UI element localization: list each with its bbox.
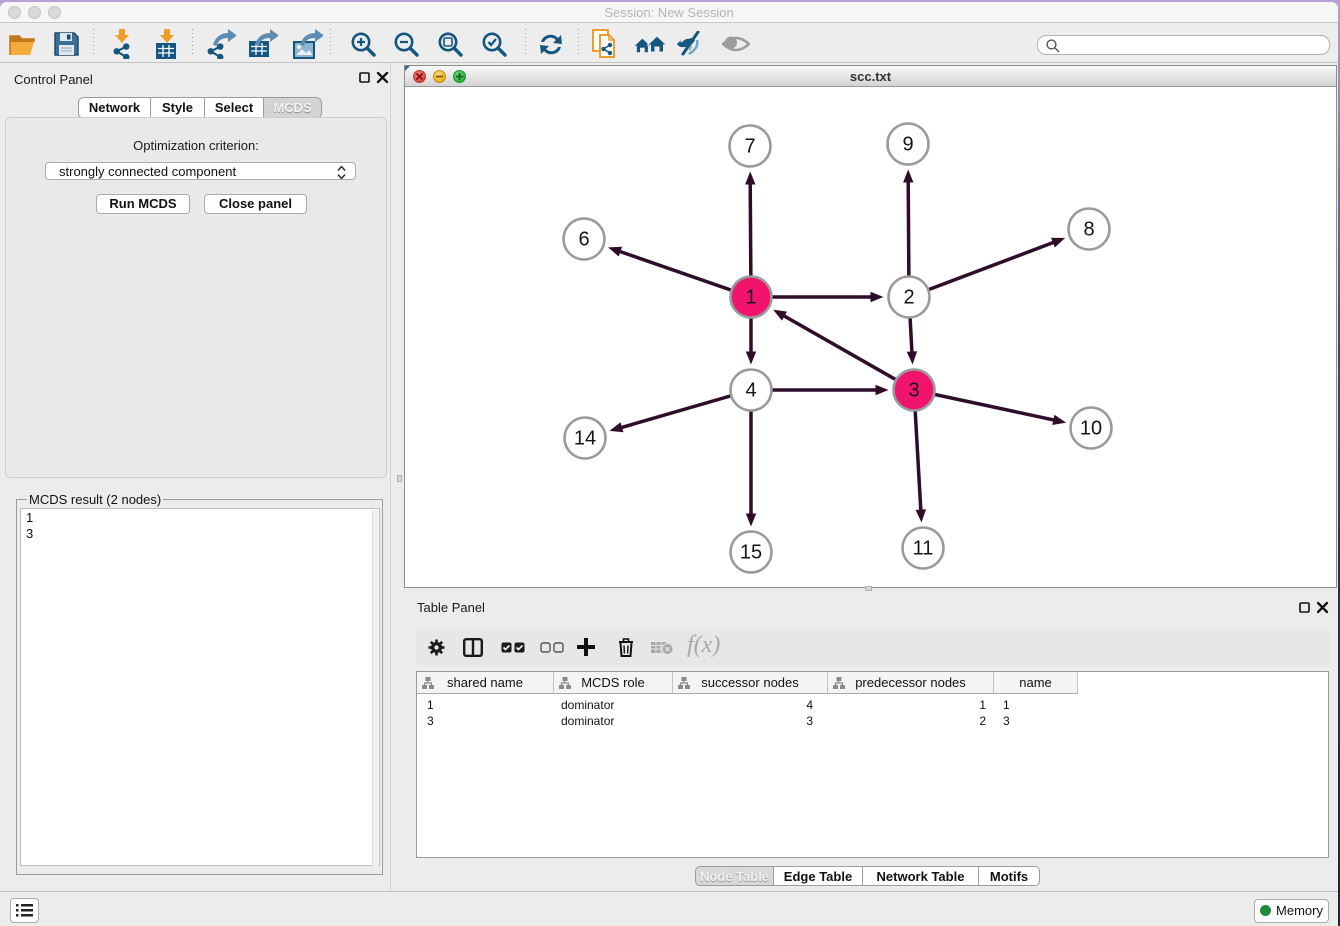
svg-text:6: 6 [578,229,589,251]
svg-text:4: 4 [745,380,756,402]
svg-text:3: 3 [908,380,919,402]
svg-text:9: 9 [902,134,913,156]
svg-text:11: 11 [913,538,934,560]
svg-text:15: 15 [740,542,762,564]
svg-text:14: 14 [574,428,596,450]
svg-text:8: 8 [1083,219,1094,241]
svg-text:7: 7 [744,136,755,158]
svg-text:1: 1 [745,287,756,309]
svg-text:10: 10 [1080,418,1102,440]
svg-text:2: 2 [903,287,914,309]
